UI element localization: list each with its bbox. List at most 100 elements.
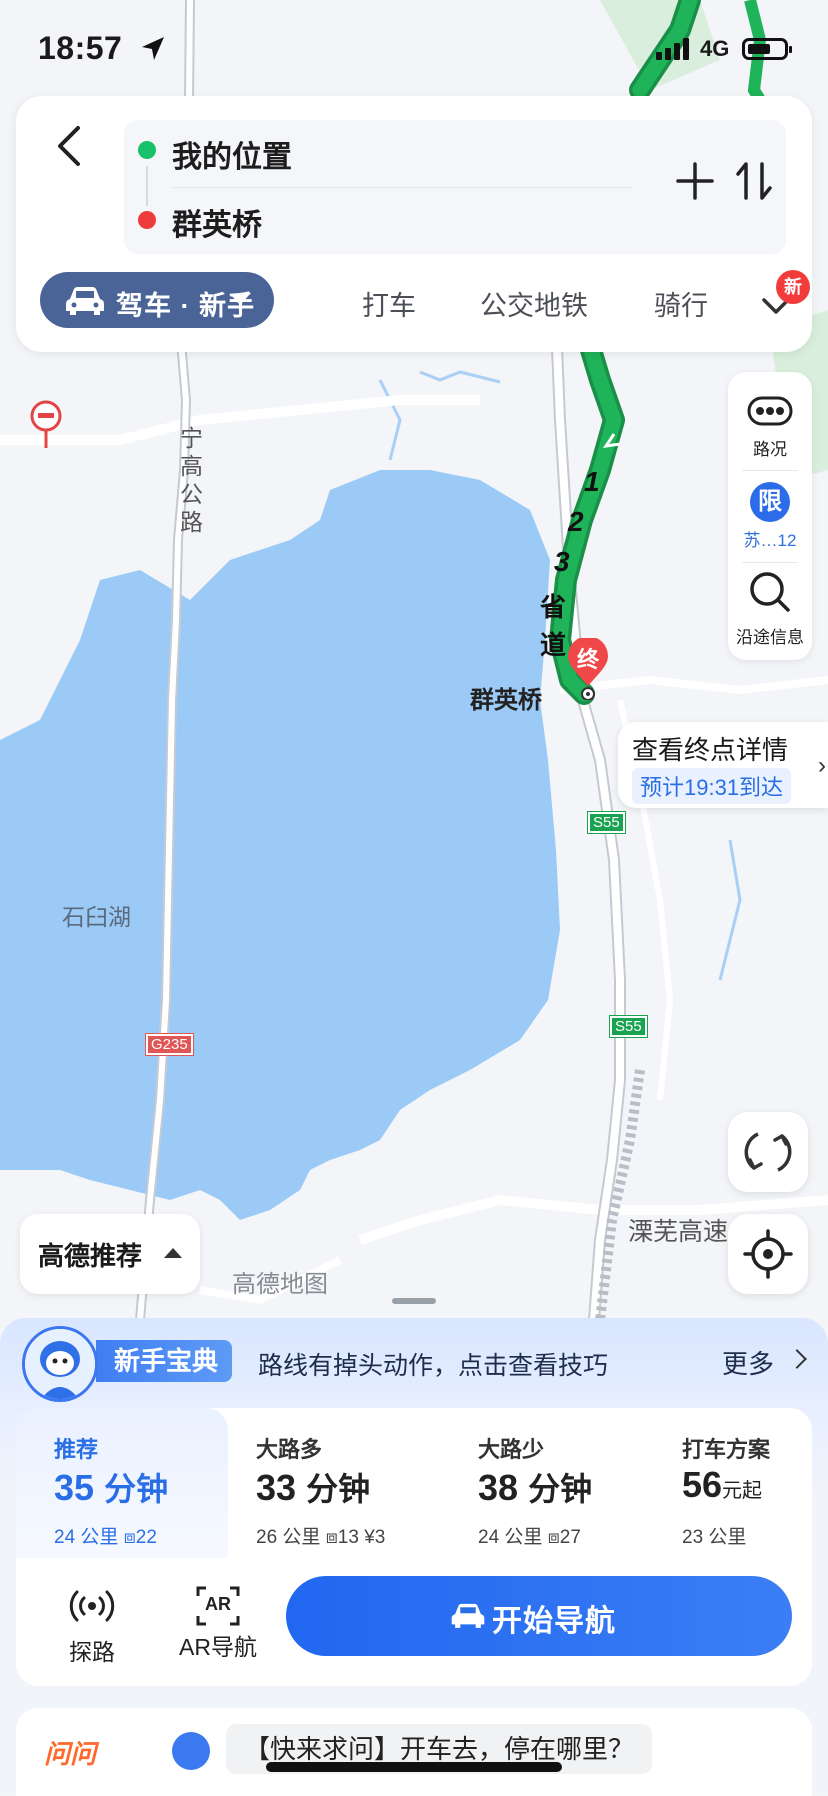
eta-text: 预计19:31到达 bbox=[632, 768, 792, 804]
explore-button[interactable]: 探路 bbox=[50, 1586, 134, 1667]
option-meta: 24 公里 ⧈27 bbox=[478, 1527, 581, 1548]
tab-taxi[interactable]: 打车 bbox=[362, 284, 416, 323]
restriction-toggle[interactable]: 限 苏…12 bbox=[728, 482, 812, 551]
option-name: 大路少 bbox=[478, 1437, 545, 1462]
start-navigation-button[interactable]: 开始导航 bbox=[286, 1576, 792, 1656]
destination-input[interactable]: 群英桥 bbox=[172, 200, 262, 244]
tool-divider bbox=[742, 562, 798, 563]
traffic-toggle[interactable]: 路况 bbox=[728, 396, 812, 460]
add-waypoint-icon[interactable] bbox=[672, 158, 718, 204]
road-shield-s55-a: S55 bbox=[587, 811, 626, 834]
option-duration: 38 分钟 bbox=[478, 1467, 593, 1508]
along-route-label: 沿途信息 bbox=[736, 628, 804, 647]
origin-dot bbox=[138, 141, 156, 159]
location-arrow-icon bbox=[142, 37, 164, 60]
route-option-taxi[interactable]: 打车方案 56元起 23 公里 bbox=[682, 1408, 812, 1558]
ar-nav-label: AR导航 bbox=[179, 1634, 257, 1660]
explore-label: 探路 bbox=[69, 1639, 115, 1665]
mascot-icon bbox=[172, 1732, 210, 1770]
caret-down-icon bbox=[230, 294, 250, 305]
network-type: 4G bbox=[700, 36, 730, 61]
option-duration: 35 分钟 bbox=[54, 1467, 169, 1508]
traffic-label: 路况 bbox=[753, 440, 787, 459]
road-label-ninggao: 宁高公路 bbox=[180, 425, 203, 535]
option-meta: 26 公里 ⧈13 ¥3 bbox=[256, 1527, 386, 1548]
route-options-card: 推荐 35 分钟 24 公里 ⧈22 大路多 33 分钟 26 公里 ⧈13 ¥… bbox=[16, 1408, 812, 1686]
signal-icon bbox=[656, 38, 689, 60]
chevron-right-icon bbox=[787, 1349, 807, 1369]
beginner-tag: 新手宝典 bbox=[96, 1340, 233, 1382]
traffic-light-icon: ⧈ bbox=[547, 1527, 560, 1548]
ar-icon: AR bbox=[196, 1586, 240, 1626]
ask-logo: 问问 bbox=[44, 1739, 97, 1769]
restriction-label: 苏…12 bbox=[743, 531, 797, 550]
search-icon bbox=[750, 572, 790, 612]
along-route-search[interactable]: 沿途信息 bbox=[728, 570, 812, 648]
route-number-1: 1 bbox=[584, 466, 600, 497]
destination-dot bbox=[138, 211, 156, 229]
ar-nav-button[interactable]: AR AR导航 bbox=[158, 1586, 278, 1662]
destination-pin[interactable]: 终 bbox=[568, 636, 608, 701]
crosshair-icon bbox=[743, 1229, 793, 1279]
status-bar: 18:57 4G bbox=[0, 0, 828, 96]
traffic-light-icon: ⧈ bbox=[123, 1527, 136, 1548]
option-name: 大路多 bbox=[256, 1437, 323, 1462]
road-label-liwu: 溧芜高速 bbox=[628, 1218, 729, 1246]
locate-me-button[interactable] bbox=[728, 1214, 808, 1294]
route-number-3: 3 bbox=[554, 546, 570, 577]
refresh-icon bbox=[744, 1132, 792, 1172]
mode-tabs: 驾车 · 新手 打车 公交地铁 骑行 新 bbox=[16, 270, 812, 336]
route-planner-card: 我的位置 群英桥 驾车 · 新手 打车 公交地铁 骑行 新 bbox=[16, 96, 812, 352]
caret-up-icon bbox=[164, 1248, 182, 1258]
route-inputs: 我的位置 群英桥 bbox=[124, 120, 786, 254]
route-connector bbox=[146, 166, 148, 206]
road-label-provincial: 省道 bbox=[540, 592, 567, 660]
destination-marker-text: 终 bbox=[576, 647, 599, 672]
input-divider bbox=[172, 187, 632, 188]
home-indicator bbox=[266, 1762, 562, 1772]
sheet-drag-handle[interactable] bbox=[392, 1298, 436, 1304]
route-option-main-roads[interactable]: 大路多 33 分钟 26 公里 ⧈13 ¥3 bbox=[256, 1408, 456, 1558]
road-shield-g235: G235 bbox=[145, 1033, 194, 1056]
car-icon bbox=[66, 287, 104, 315]
route-option-fewer-main-roads[interactable]: 大路少 38 分钟 24 公里 ⧈27 bbox=[478, 1408, 668, 1558]
tab-bike[interactable]: 骑行 bbox=[654, 284, 708, 323]
battery-icon bbox=[742, 38, 792, 60]
recommend-label: 高德推荐 bbox=[38, 1241, 143, 1271]
tab-drive[interactable]: 驾车 · 新手 bbox=[40, 272, 274, 328]
tip-text: 路线有掉头动作，点击查看技巧 bbox=[258, 1352, 609, 1380]
option-meta: 23 公里 bbox=[682, 1527, 747, 1548]
traffic-icon bbox=[747, 396, 793, 426]
car-icon bbox=[451, 1603, 485, 1628]
origin-input[interactable]: 我的位置 bbox=[172, 132, 292, 176]
option-duration: 33 分钟 bbox=[256, 1467, 371, 1508]
mascot-avatar-icon bbox=[22, 1326, 98, 1402]
destination-map-label: 群英桥 bbox=[470, 687, 542, 714]
restriction-icon: 限 bbox=[750, 482, 790, 522]
recommend-toggle[interactable]: 高德推荐 bbox=[20, 1214, 200, 1294]
map-watermark: 高德地图 bbox=[232, 1271, 328, 1298]
back-icon[interactable] bbox=[42, 118, 98, 174]
refresh-route-button[interactable] bbox=[728, 1112, 808, 1192]
tab-transit[interactable]: 公交地铁 bbox=[480, 284, 588, 323]
status-time: 18:57 bbox=[38, 30, 123, 66]
tool-divider bbox=[742, 470, 798, 471]
traffic-light-icon: ⧈ bbox=[325, 1527, 338, 1548]
new-badge: 新 bbox=[776, 270, 810, 304]
option-name: 打车方案 bbox=[682, 1437, 771, 1462]
map-side-toolbar: 路况 限 苏…12 沿途信息 bbox=[728, 372, 812, 660]
route-option-recommended[interactable]: 推荐 35 分钟 24 公里 ⧈22 bbox=[16, 1408, 228, 1558]
tip-more-link[interactable]: 更多 bbox=[722, 1344, 774, 1381]
route-bottom-sheet: 新手宝典 路线有掉头动作，点击查看技巧 更多 推荐 35 分钟 24 公里 ⧈2… bbox=[0, 1318, 828, 1796]
option-meta: 24 公里 ⧈22 bbox=[54, 1527, 157, 1548]
lake-label: 石臼湖 bbox=[62, 904, 131, 930]
option-price: 56元起 bbox=[682, 1464, 763, 1505]
destination-details-callout[interactable]: 查看终点详情 预计19:31到达 › bbox=[618, 722, 828, 808]
route-number-2: 2 bbox=[568, 506, 584, 537]
ask-bar[interactable]: 问问 【快来求问】开车去，停在哪里？ bbox=[16, 1708, 812, 1796]
destination-details-title: 查看终点详情 bbox=[632, 735, 789, 765]
beginner-tip-bar[interactable]: 新手宝典 路线有掉头动作，点击查看技巧 更多 bbox=[0, 1318, 828, 1406]
swap-icon[interactable] bbox=[730, 156, 778, 206]
option-name: 推荐 bbox=[54, 1437, 99, 1462]
road-shield-s55-b: S55 bbox=[609, 1015, 648, 1038]
